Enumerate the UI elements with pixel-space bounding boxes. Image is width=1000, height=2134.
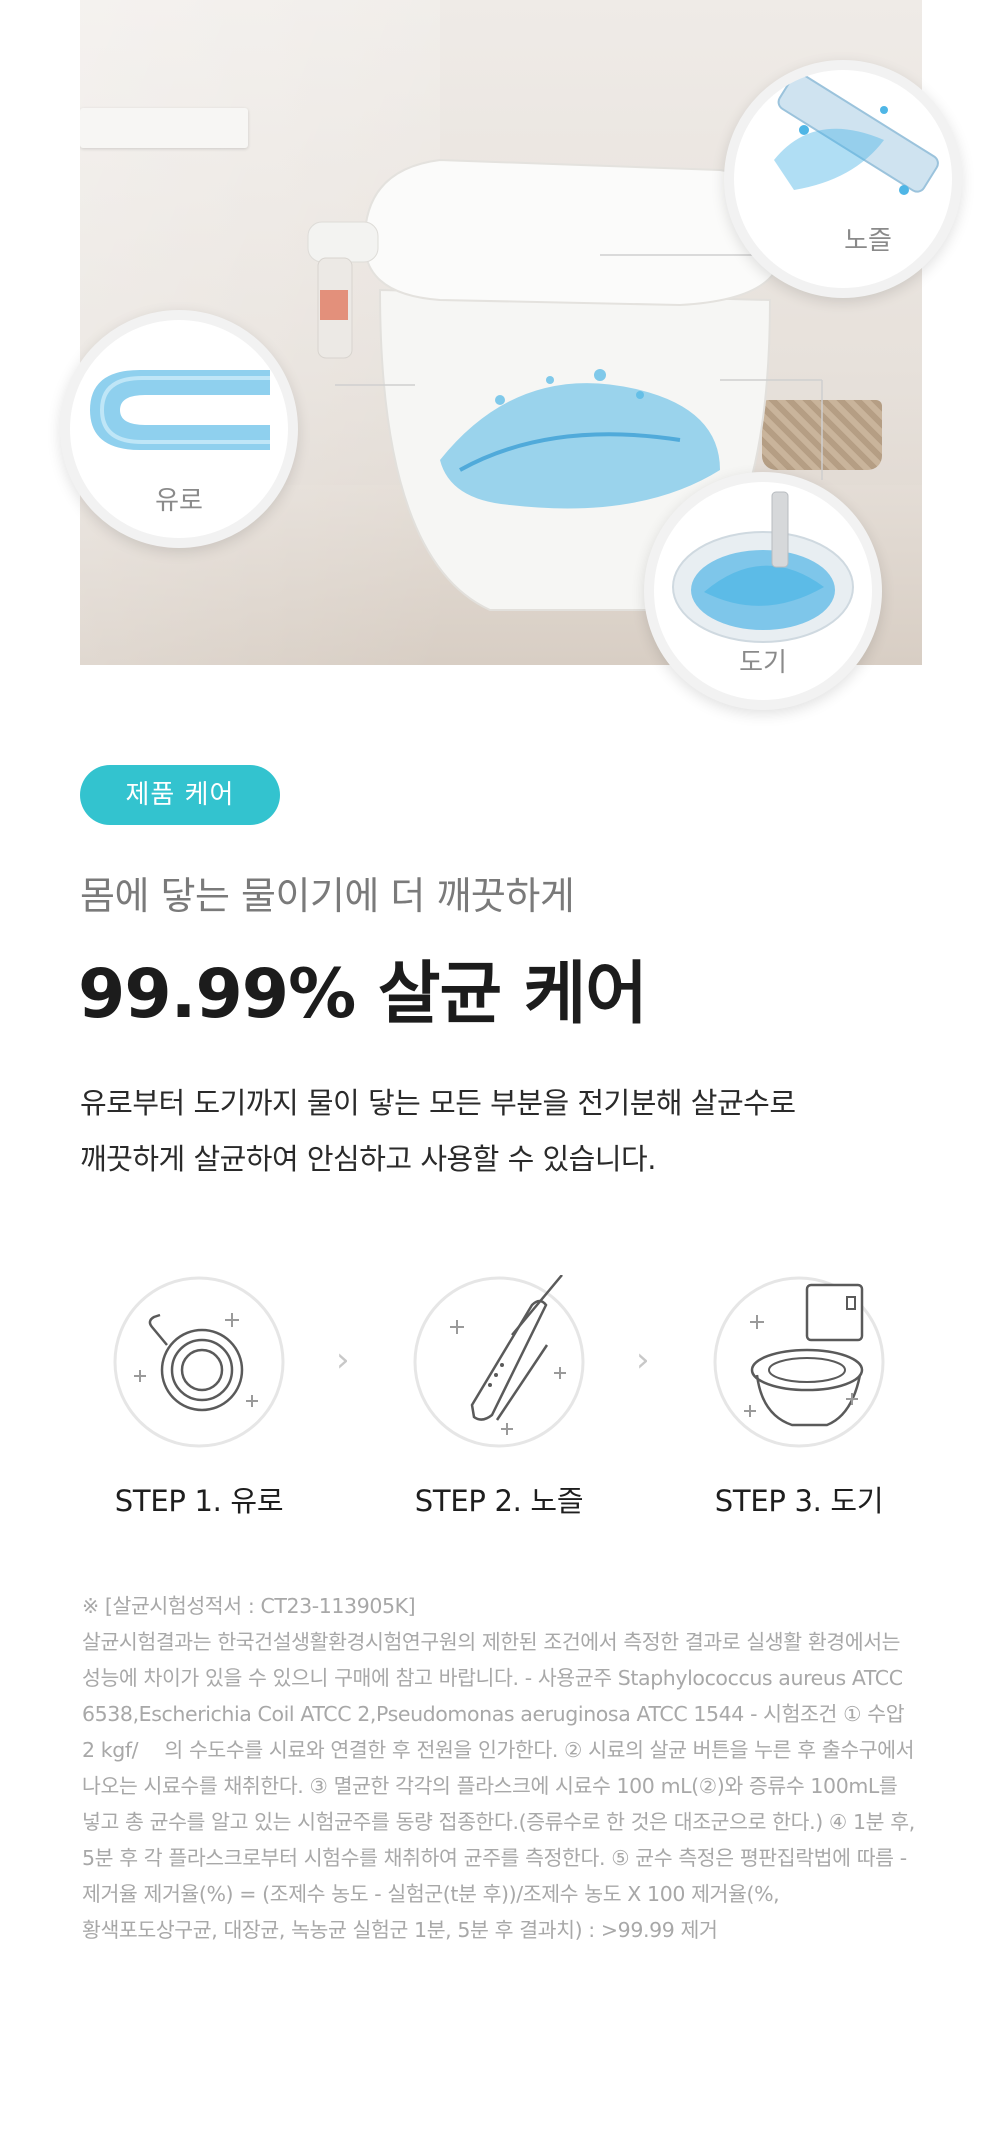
step-2-label: STEP 2. 노즐 (414, 1484, 584, 1518)
footnote-line: ※ [살균시험성적서 : CT23-113905K] (82, 1594, 416, 1618)
description: 유로부터 도기까지 물이 닿는 모든 부분을 전기분해 살균수로 깨끗하게 살균… (80, 1075, 940, 1187)
footnote-line: 제거율 제거율(%) = (조제수 농도 - 실험군(t분 후))/조제수 농도… (82, 1882, 780, 1906)
footnote-line: 살균시험결과는 한국건설생활환경시험연구원의 제한된 조건에서 측정한 결과로 … (82, 1630, 901, 1654)
subtitle: 몸에 닿는 물이기에 더 깨끗하게 (80, 874, 575, 918)
description-line-1: 유로부터 도기까지 물이 닿는 모든 부분을 전기분해 살균수로 (80, 1086, 796, 1120)
test-report-footnote: ※ [살균시험성적서 : CT23-113905K] 살균시험결과는 한국건설생… (82, 1588, 922, 1948)
footnote-line: 5분 후 각 플라스크로부터 시험수를 채취하여 균주를 측정한다. ⑤ 균수 … (82, 1846, 907, 1870)
step-1-label: STEP 1. 유로 (114, 1484, 284, 1518)
step-3-label: STEP 3. 도기 (714, 1484, 884, 1518)
callout-nozzle: 노즐 (724, 60, 962, 298)
footnote-line: 황색포도상구균, 대장균, 녹농균 실험군 1분, 5분 후 결과치) : >9… (82, 1918, 718, 1942)
product-care-badge: 제품 케어 (80, 765, 280, 825)
callout-pipe-label: 유로 (155, 486, 203, 516)
callout-bowl: 도기 (644, 472, 882, 710)
nozzle-icon (412, 1274, 586, 1449)
callout-pipe: 유로 (60, 310, 298, 548)
headline: 99.99% 살균 케어 (78, 955, 648, 1034)
footnote-line: 나오는 시료수를 채취한다. ③ 멸균한 각각의 플라스크에 시료수 100 m… (82, 1774, 898, 1798)
callout-bowl-label: 도기 (739, 648, 787, 678)
description-line-2: 깨끗하게 살균하여 안심하고 사용할 수 있습니다. (80, 1142, 656, 1176)
footnote-line: 6538,Escherichia Coil ATCC 2,Pseudomonas… (82, 1702, 905, 1726)
footnote-line: 성능에 차이가 있을 수 있으니 구매에 참고 바랍니다. - 사용균주 Sta… (82, 1666, 903, 1690)
footnote-line: 넣고 총 균수를 알고 있는 시험균주를 동량 접종한다.(증류수로 한 것은 … (82, 1810, 915, 1834)
step-arrow-icon: › (636, 1340, 650, 1380)
footnote-line: 2 kgf/ 의 수도수를 시료와 연결한 후 전원을 인가한다. ② 시료의 … (82, 1738, 915, 1762)
callout-nozzle-label: 노즐 (844, 226, 892, 256)
toilet-icon (712, 1275, 886, 1449)
step-arrow-icon: › (336, 1340, 350, 1380)
pipe-coil-icon (112, 1275, 286, 1449)
